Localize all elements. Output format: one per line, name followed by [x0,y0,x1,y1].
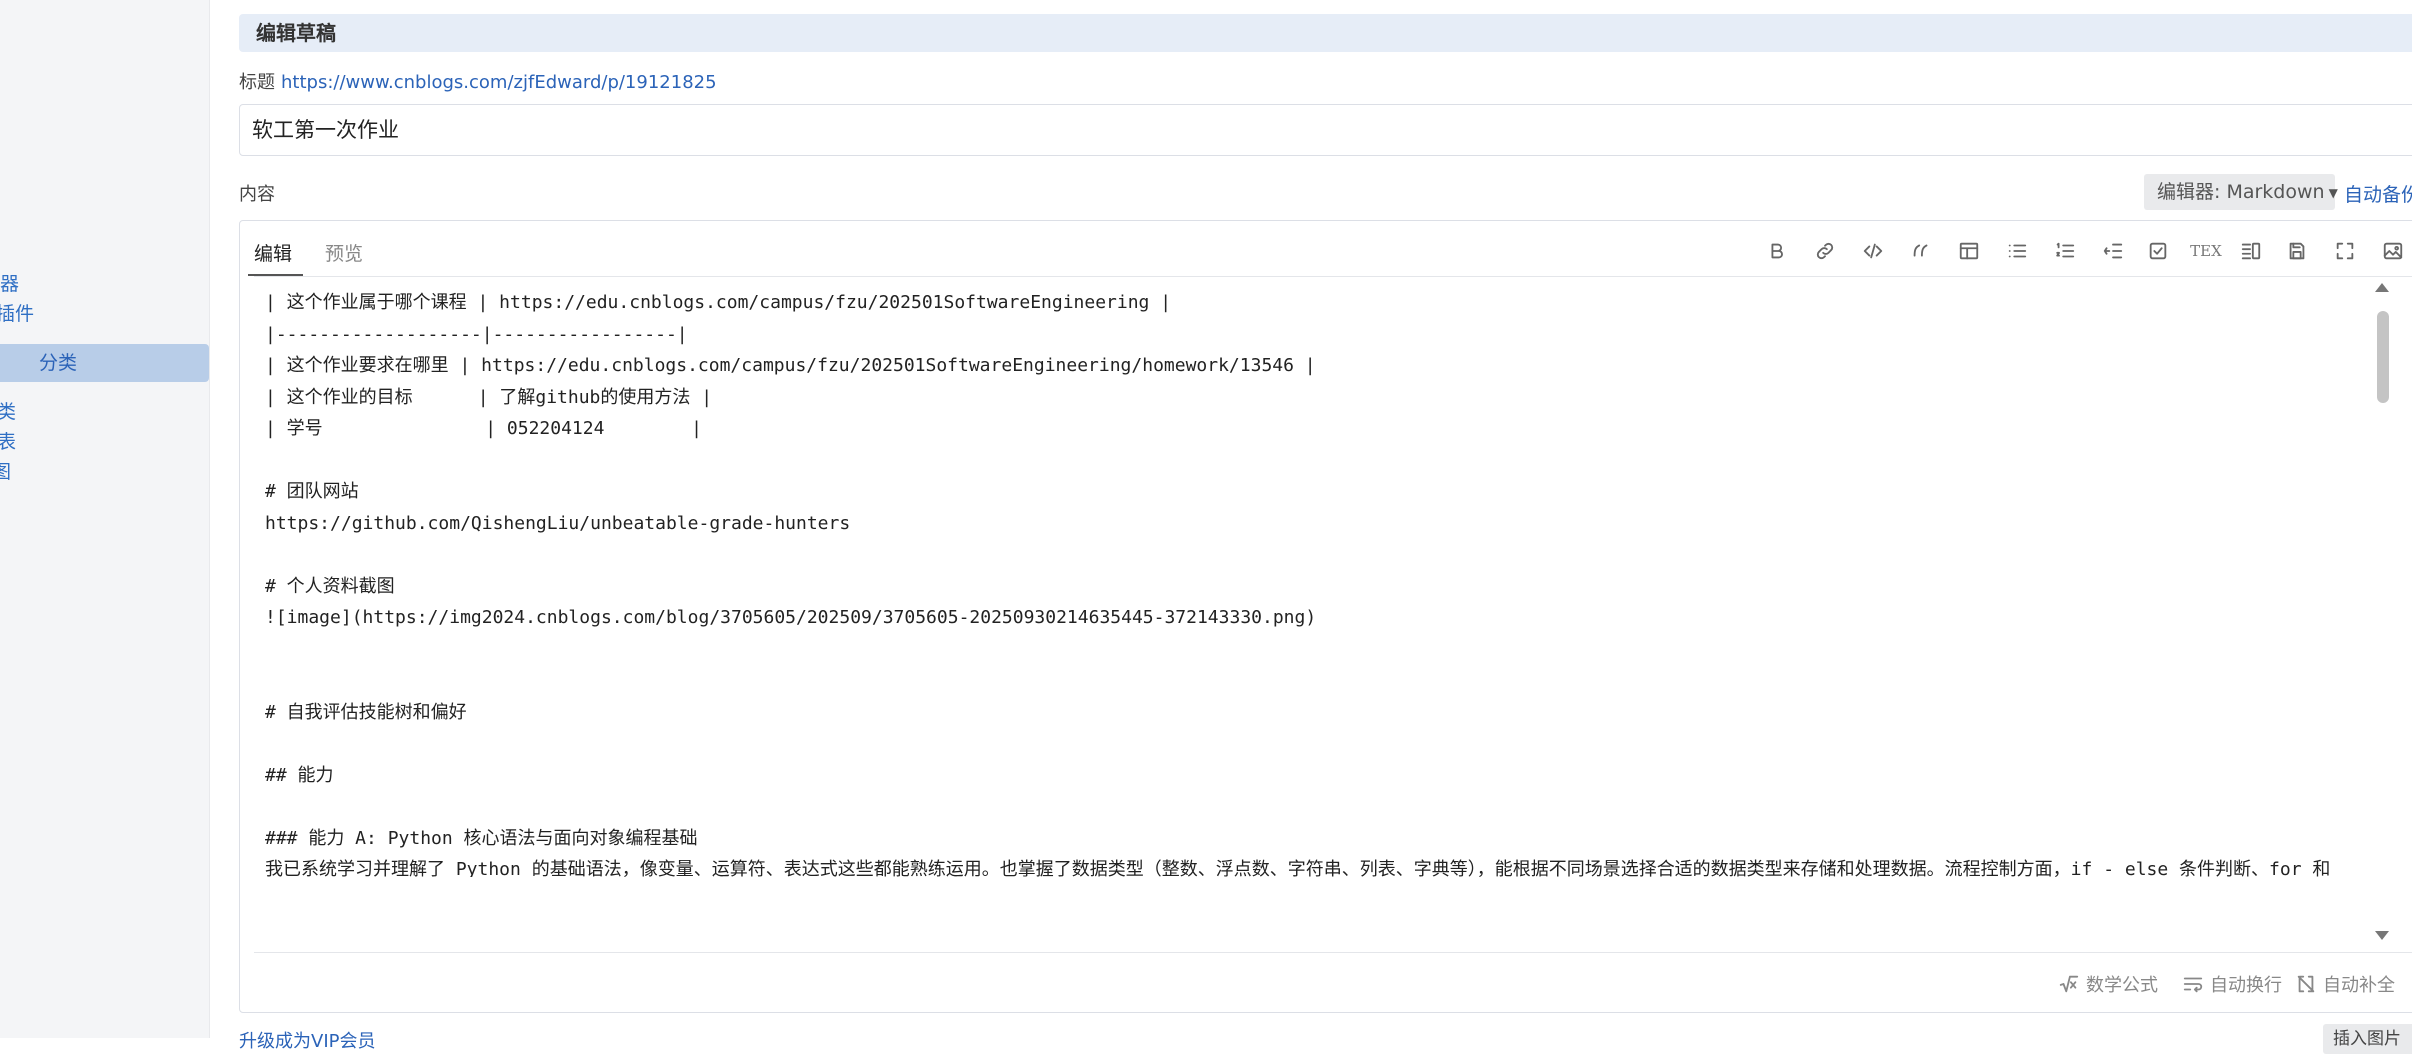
code-line: # 团队网站 [265,481,359,502]
code-line: | 这个作业的目标 | 了解github的使用方法 | [265,386,713,408]
word-wrap-toggle[interactable]: 自动换行 [2182,971,2282,997]
code-line: 我已系统学习并理解了 Python 的基础语法，像变量、运算符、表达式这些都能熟… [265,859,2331,877]
vip-upgrade-link[interactable]: 升级成为VIP会员 [239,1027,375,1053]
code-icon[interactable] [1858,236,1888,266]
autocomplete-label: 自动补全 [2323,975,2395,996]
side-preview-icon[interactable] [2236,236,2266,266]
bullet-list-icon[interactable] [2002,236,2032,266]
title-label: 标题 [239,72,275,93]
markdown-editor: 编辑 预览 TEX | 这个作业属于哪个课程 | https://edu.cnb… [239,220,2412,1013]
sqrt-icon [2059,975,2079,993]
math-formula-toggle[interactable]: 数学公式 [2058,971,2158,997]
post-url-link[interactable]: https://www.cnblogs.com/zjfEdward/p/1912… [281,72,717,93]
insert-image-button[interactable]: 插入图片 [2323,1024,2412,1054]
sidebar-item-image[interactable]: 图 [0,460,11,484]
divider [254,952,2412,953]
save-icon[interactable] [2282,236,2312,266]
title-row: 标题 https://www.cnblogs.com/zjfEdward/p/19… [239,70,717,96]
code-line: https://github.com/QishengLiu/unbeatable… [265,512,851,534]
code-line: | 这个作业属于哪个课程 | https://edu.cnblogs.com/c… [265,292,1172,313]
fullscreen-icon[interactable] [2330,236,2360,266]
code-line: | 这个作业要求在哪里 | https://edu.cnblogs.com/ca… [265,355,1316,376]
image-icon[interactable] [2378,236,2408,266]
title-input[interactable]: 软工第一次作业 [239,104,2412,156]
code-line: ![image](https://img2024.cnblogs.com/blo… [265,607,1317,628]
sidebar: 器 插件 分类 类 表 图 [0,0,210,1038]
scroll-down-arrow[interactable] [2375,931,2389,940]
quote-icon[interactable] [1906,236,1936,266]
code-line: # 自我评估技能树和偏好 [265,701,467,723]
editor-type-label: 编辑器: Markdown [2157,181,2325,203]
wrap-icon [2183,977,2203,993]
editor-type-select[interactable]: 编辑器: Markdown ▼ [2144,174,2338,210]
sidebar-item-editor[interactable]: 器 [0,272,19,296]
scroll-up-arrow[interactable] [2375,283,2389,292]
code-line: ### 能力 A: Python 核心语法与面向对象编程基础 [265,827,698,849]
checkbox-icon[interactable] [2143,236,2173,266]
sidebar-item-categories[interactable]: 类 [0,400,16,424]
autocomplete-toggle[interactable]: 自动补全 [2295,971,2395,997]
code-line: | 学号 | 052204124 | [265,418,702,439]
bold-icon[interactable] [1762,236,1792,266]
code-line: ## 能力 [265,764,334,786]
section-header: 编辑草稿 [239,14,2412,52]
markdown-textarea[interactable]: | 这个作业属于哪个课程 | https://edu.cnblogs.com/c… [265,287,2345,877]
link-icon[interactable] [1810,236,1840,266]
numbered-list-icon[interactable] [2050,236,2080,266]
sidebar-item-category-active[interactable]: 分类 [0,344,209,382]
math-formula-label: 数学公式 [2086,975,2158,996]
sidebar-item-plugins[interactable]: 插件 [0,302,34,326]
outdent-icon[interactable] [2098,236,2128,266]
code-line: # 个人资料截图 [265,575,395,597]
sidebar-item-label: 分类 [39,352,78,374]
tab-edit[interactable]: 编辑 [254,239,292,266]
tex-icon[interactable]: TEX [2188,236,2224,266]
autobackup-link[interactable]: 自动备份 [2344,180,2412,207]
word-wrap-label: 自动换行 [2210,975,2282,996]
autocomplete-off-icon [2297,975,2315,993]
divider [254,276,2412,277]
tab-preview[interactable]: 预览 [325,239,363,266]
section-title: 编辑草稿 [256,21,336,45]
sidebar-item-list[interactable]: 表 [0,430,16,454]
content-label: 内容 [239,184,275,205]
scrollbar-thumb[interactable] [2377,311,2389,403]
caret-down-icon: ▼ [2328,185,2338,200]
table-icon[interactable] [1954,236,1984,266]
code-line: |-------------------|-----------------| [265,323,688,345]
